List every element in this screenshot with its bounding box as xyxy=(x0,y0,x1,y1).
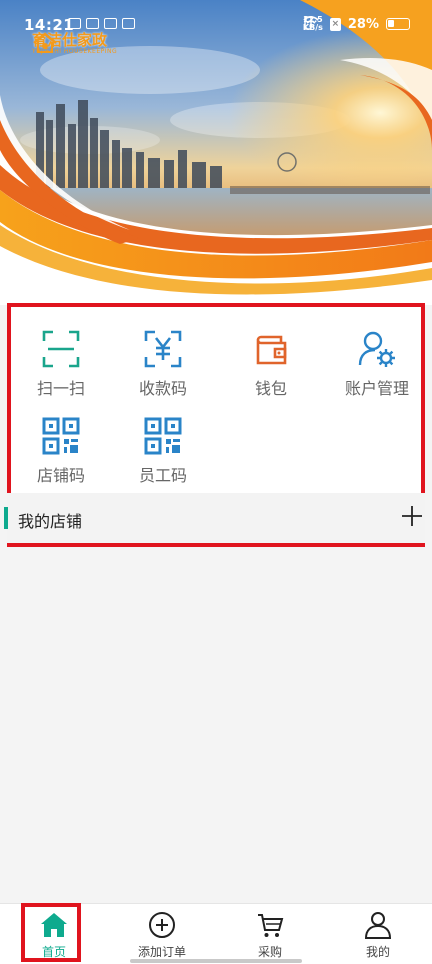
menu-item-scan[interactable]: 扫一扫 xyxy=(11,329,111,399)
my-shop-title: 我的店铺 xyxy=(18,512,83,531)
nav-label: 采购 xyxy=(257,945,282,959)
notification-icons xyxy=(68,18,135,29)
person-icon xyxy=(364,912,392,939)
brand-logo: 育洁仕家政 YUJIESHI HOUSEKEEPING xyxy=(32,32,117,58)
menu-item-staff-code[interactable]: 员工码 xyxy=(113,416,213,486)
wifi-icon xyxy=(303,16,319,28)
menu-item-label: 扫一扫 xyxy=(36,379,85,398)
battery-icon xyxy=(386,18,410,30)
qr-code-icon xyxy=(144,417,182,455)
add-circle-icon xyxy=(149,912,175,938)
qr-code-icon xyxy=(42,417,80,455)
gesture-bar xyxy=(130,959,302,963)
nav-tab-mine[interactable]: 我的 xyxy=(324,904,432,964)
app-icon xyxy=(86,18,99,29)
user-settings-icon xyxy=(358,331,395,367)
status-right: 12.5 KB/s × 28% xyxy=(303,16,410,32)
scan-icon xyxy=(42,330,80,368)
gallery-icon xyxy=(104,18,117,29)
my-shop-row[interactable]: 我的店铺 xyxy=(4,493,425,543)
yuan-qr-icon xyxy=(144,330,182,368)
nav-label: 我的 xyxy=(365,945,390,959)
menu-item-label: 收款码 xyxy=(138,379,187,398)
menu-item-label: 店铺码 xyxy=(36,466,85,485)
quick-menu-panel: 扫一扫 收款码 钱包 账户管理 店铺码 员工码 我的店铺 xyxy=(4,303,427,547)
cart-icon xyxy=(258,914,284,937)
message-icon xyxy=(68,18,81,29)
house-logo-icon xyxy=(33,32,57,53)
nav-tab-add-order[interactable]: 添加订单 xyxy=(108,904,216,964)
active-tab-highlight xyxy=(21,903,81,962)
tiktok-icon xyxy=(122,18,135,29)
menu-item-wallet[interactable]: 钱包 xyxy=(221,329,321,399)
wallet-icon xyxy=(256,335,287,365)
menu-item-label: 账户管理 xyxy=(344,379,409,398)
header-banner: 14:21 12.5 KB/s × 28% 育洁仕家政 YUJIESHI HOU… xyxy=(0,0,432,305)
nav-label: 添加订单 xyxy=(137,945,186,959)
add-shop-button[interactable] xyxy=(401,505,423,527)
menu-item-shop-code[interactable]: 店铺码 xyxy=(11,416,111,486)
nav-tab-purchase[interactable]: 采购 xyxy=(216,904,324,964)
menu-item-label: 员工码 xyxy=(138,466,187,485)
menu-item-payment-code[interactable]: 收款码 xyxy=(113,329,213,399)
battery-percent: 28% xyxy=(347,16,379,32)
no-sim-icon: × xyxy=(329,17,341,31)
section-accent-bar xyxy=(4,507,8,529)
menu-item-account-management[interactable]: 账户管理 xyxy=(327,329,427,399)
menu-item-label: 钱包 xyxy=(254,379,287,398)
